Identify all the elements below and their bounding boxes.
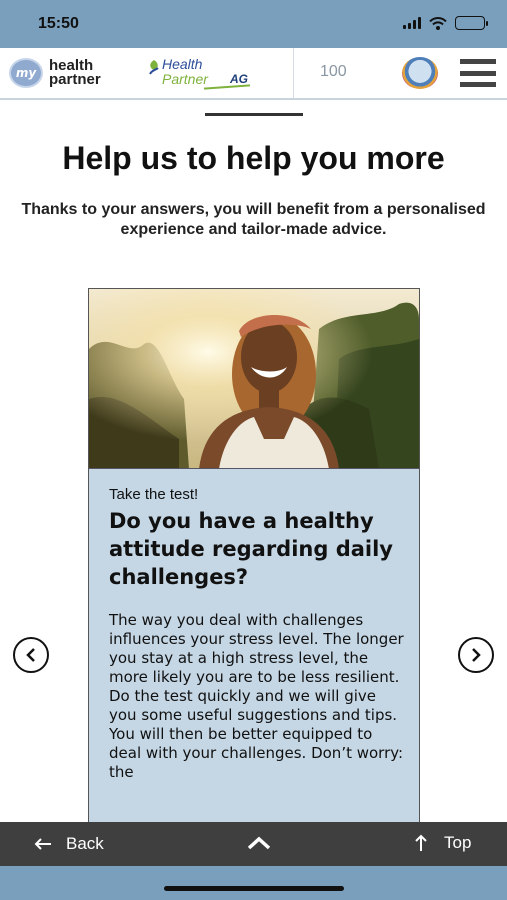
chevron-left-icon xyxy=(26,648,35,662)
status-time: 15:50 xyxy=(38,15,79,32)
chevron-right-icon xyxy=(472,648,481,662)
collapse-button[interactable] xyxy=(246,834,272,857)
smiling-woman-photo xyxy=(89,289,419,468)
partner-logo-line1: Health xyxy=(162,56,203,72)
card-eyebrow: Take the test! xyxy=(109,486,199,503)
my-logo-text: health partner xyxy=(49,58,101,88)
carousel-prev-button[interactable] xyxy=(13,637,49,673)
card-heading: Do you have a healthy attitude regarding… xyxy=(109,509,393,589)
arrow-left-icon xyxy=(34,838,51,850)
bottom-nav-bar: Back Top xyxy=(0,822,507,866)
health-partner-ag-logo: Health Partner AG xyxy=(142,56,260,90)
logo-underline xyxy=(203,84,251,90)
header-divider xyxy=(293,48,294,98)
leaf-icon xyxy=(149,60,159,75)
status-bar: 15:50 xyxy=(0,0,507,48)
home-indicator-area xyxy=(0,866,507,900)
my-logo-line2: partner xyxy=(49,71,101,88)
scroll-top-button[interactable]: Top xyxy=(414,833,471,853)
arrow-up-icon xyxy=(415,834,427,851)
avatar-icon[interactable] xyxy=(402,57,438,89)
wifi-icon xyxy=(429,16,447,30)
card-body: Take the test! Do you have a healthy att… xyxy=(109,486,405,782)
top-label: Top xyxy=(444,833,472,852)
back-label: Back xyxy=(66,834,104,853)
page-title: Help us to help you more xyxy=(62,140,445,176)
hamburger-menu-icon[interactable] xyxy=(460,59,496,87)
card-photo xyxy=(89,289,419,469)
status-icons xyxy=(403,16,488,30)
battery-icon xyxy=(455,16,488,30)
carousel-next-button[interactable] xyxy=(458,637,494,673)
points-counter[interactable]: 100 xyxy=(320,63,347,81)
partner-logo-line2: Partner xyxy=(162,71,208,87)
app-header: my health partner Health Partner AG 100 xyxy=(0,48,507,100)
home-indicator[interactable] xyxy=(164,886,344,891)
test-card[interactable]: Take the test! Do you have a healthy att… xyxy=(88,288,420,828)
my-health-partner-logo[interactable]: my health partner xyxy=(9,58,101,88)
page-subtitle: Thanks to your answers, you will benefit… xyxy=(21,201,486,238)
my-logo-badge: my xyxy=(9,58,43,88)
sheet-handle xyxy=(205,113,303,116)
back-button[interactable]: Back xyxy=(34,834,104,854)
signal-icon xyxy=(403,17,421,29)
card-description: The way you deal with challenges influen… xyxy=(109,611,404,781)
chevron-up-icon xyxy=(247,836,271,850)
